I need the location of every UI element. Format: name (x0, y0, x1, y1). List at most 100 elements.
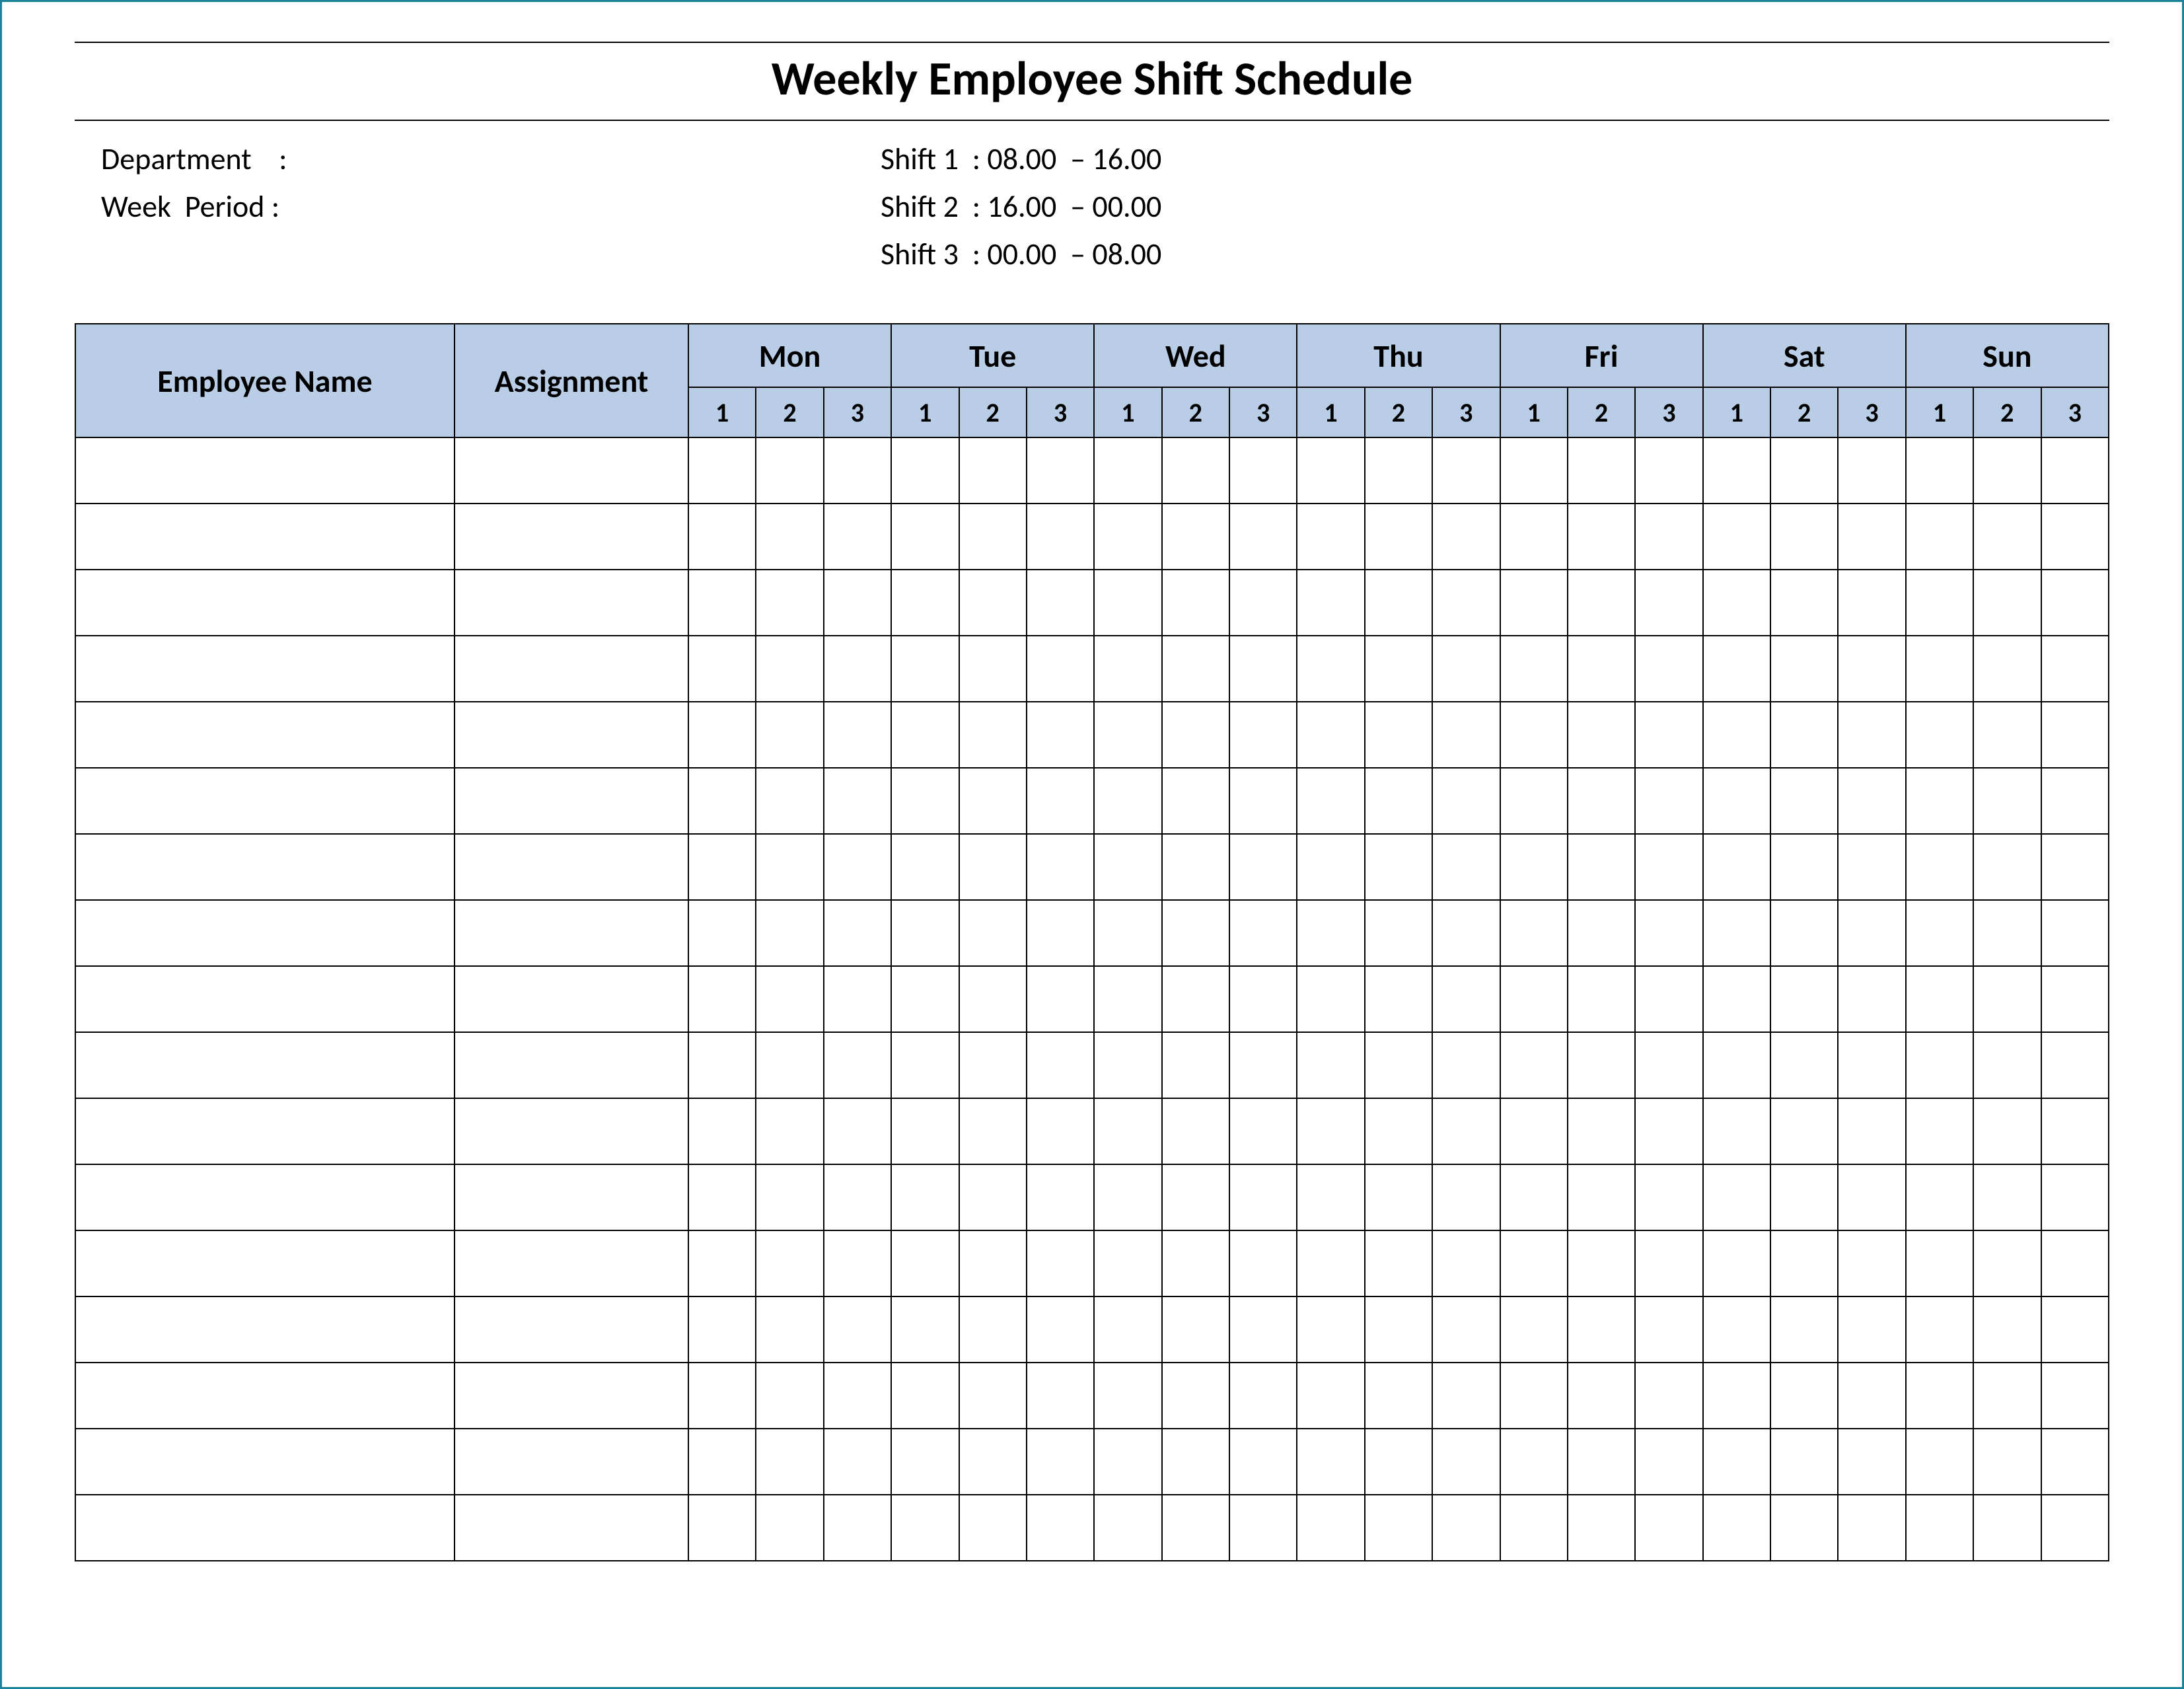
cell-shift[interactable] (1094, 1098, 1161, 1164)
cell-shift[interactable] (2041, 966, 2109, 1032)
cell-shift[interactable] (824, 834, 891, 900)
cell-shift[interactable] (1162, 966, 1229, 1032)
cell-assignment[interactable] (455, 1363, 688, 1429)
cell-shift[interactable] (1432, 1429, 1500, 1495)
cell-shift[interactable] (1906, 768, 1973, 834)
cell-shift[interactable] (1973, 1363, 2041, 1429)
cell-shift[interactable] (1027, 570, 1094, 636)
cell-shift[interactable] (1297, 1164, 1364, 1230)
cell-shift[interactable] (1906, 1429, 1973, 1495)
cell-shift[interactable] (1027, 1164, 1094, 1230)
cell-employee-name[interactable] (75, 1230, 455, 1296)
cell-shift[interactable] (959, 437, 1027, 504)
cell-shift[interactable] (1770, 834, 1838, 900)
cell-assignment[interactable] (455, 504, 688, 570)
cell-shift[interactable] (1568, 1230, 1635, 1296)
cell-shift[interactable] (1770, 1495, 1838, 1561)
cell-shift[interactable] (756, 1429, 823, 1495)
cell-shift[interactable] (2041, 768, 2109, 834)
cell-shift[interactable] (1432, 1495, 1500, 1561)
cell-assignment[interactable] (455, 966, 688, 1032)
cell-shift[interactable] (1703, 1495, 1770, 1561)
cell-shift[interactable] (2041, 1032, 2109, 1098)
cell-shift[interactable] (824, 1230, 891, 1296)
cell-shift[interactable] (891, 1296, 959, 1363)
cell-shift[interactable] (891, 1495, 959, 1561)
cell-shift[interactable] (1635, 834, 1702, 900)
cell-shift[interactable] (1365, 966, 1432, 1032)
cell-shift[interactable] (2041, 1363, 2109, 1429)
cell-shift[interactable] (688, 636, 756, 702)
cell-shift[interactable] (1432, 1296, 1500, 1363)
cell-shift[interactable] (1973, 834, 2041, 900)
cell-shift[interactable] (1297, 1429, 1364, 1495)
cell-shift[interactable] (891, 1429, 959, 1495)
cell-shift[interactable] (1094, 504, 1161, 570)
cell-shift[interactable] (1770, 1098, 1838, 1164)
cell-shift[interactable] (1568, 570, 1635, 636)
cell-shift[interactable] (1094, 1164, 1161, 1230)
cell-shift[interactable] (2041, 1230, 2109, 1296)
cell-shift[interactable] (1906, 1230, 1973, 1296)
cell-shift[interactable] (824, 1495, 891, 1561)
cell-shift[interactable] (1906, 437, 1973, 504)
cell-shift[interactable] (1770, 570, 1838, 636)
cell-assignment[interactable] (455, 1429, 688, 1495)
cell-shift[interactable] (1365, 834, 1432, 900)
cell-shift[interactable] (1906, 702, 1973, 768)
cell-shift[interactable] (1365, 768, 1432, 834)
cell-shift[interactable] (1838, 1164, 1905, 1230)
cell-shift[interactable] (1906, 636, 1973, 702)
cell-shift[interactable] (1703, 570, 1770, 636)
cell-shift[interactable] (756, 1363, 823, 1429)
cell-shift[interactable] (1838, 1098, 1905, 1164)
cell-shift[interactable] (688, 570, 756, 636)
cell-shift[interactable] (959, 834, 1027, 900)
cell-shift[interactable] (1703, 834, 1770, 900)
cell-shift[interactable] (1973, 1032, 2041, 1098)
cell-shift[interactable] (891, 1098, 959, 1164)
cell-shift[interactable] (1635, 504, 1702, 570)
cell-shift[interactable] (1432, 570, 1500, 636)
cell-shift[interactable] (1838, 504, 1905, 570)
cell-shift[interactable] (1162, 702, 1229, 768)
cell-shift[interactable] (1162, 437, 1229, 504)
cell-shift[interactable] (1906, 570, 1973, 636)
cell-shift[interactable] (1229, 570, 1297, 636)
cell-employee-name[interactable] (75, 504, 455, 570)
cell-shift[interactable] (1229, 1032, 1297, 1098)
cell-assignment[interactable] (455, 1296, 688, 1363)
cell-shift[interactable] (959, 504, 1027, 570)
cell-shift[interactable] (1770, 1230, 1838, 1296)
cell-shift[interactable] (1432, 966, 1500, 1032)
cell-shift[interactable] (756, 768, 823, 834)
cell-assignment[interactable] (455, 702, 688, 768)
cell-shift[interactable] (756, 702, 823, 768)
cell-shift[interactable] (1838, 966, 1905, 1032)
cell-shift[interactable] (824, 1098, 891, 1164)
cell-shift[interactable] (1297, 1032, 1364, 1098)
cell-shift[interactable] (1838, 702, 1905, 768)
cell-shift[interactable] (1770, 702, 1838, 768)
cell-shift[interactable] (1365, 570, 1432, 636)
cell-employee-name[interactable] (75, 1098, 455, 1164)
cell-shift[interactable] (1838, 834, 1905, 900)
cell-shift[interactable] (1973, 1495, 2041, 1561)
cell-shift[interactable] (1500, 702, 1568, 768)
cell-shift[interactable] (1568, 900, 1635, 966)
cell-shift[interactable] (959, 768, 1027, 834)
cell-shift[interactable] (1770, 504, 1838, 570)
cell-shift[interactable] (1027, 1363, 1094, 1429)
cell-shift[interactable] (688, 834, 756, 900)
cell-shift[interactable] (891, 504, 959, 570)
cell-assignment[interactable] (455, 570, 688, 636)
cell-shift[interactable] (2041, 437, 2109, 504)
cell-shift[interactable] (1770, 1363, 1838, 1429)
cell-shift[interactable] (824, 768, 891, 834)
cell-assignment[interactable] (455, 1098, 688, 1164)
cell-shift[interactable] (1973, 1098, 2041, 1164)
cell-shift[interactable] (1500, 1296, 1568, 1363)
cell-shift[interactable] (1635, 636, 1702, 702)
cell-shift[interactable] (1297, 1230, 1364, 1296)
cell-shift[interactable] (1365, 1296, 1432, 1363)
